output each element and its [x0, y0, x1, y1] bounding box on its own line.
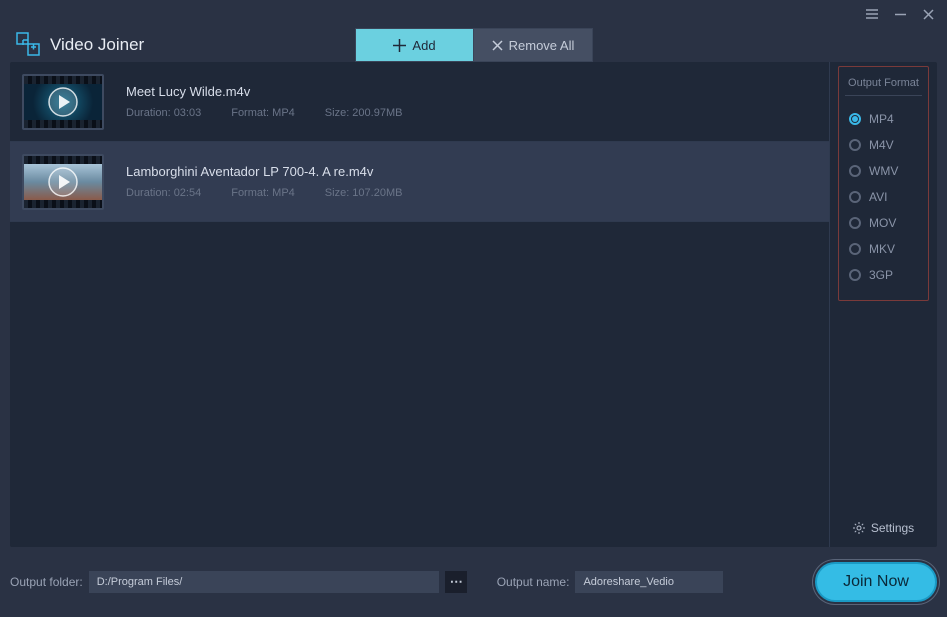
file-format: Format: MP4 — [231, 107, 295, 119]
radio-icon — [849, 217, 861, 229]
file-list: Meet Lucy Wilde.m4v Duration: 03:03 Form… — [10, 62, 829, 547]
radio-icon — [849, 243, 861, 255]
play-icon — [47, 166, 79, 198]
x-icon — [492, 40, 503, 51]
play-icon — [47, 86, 79, 118]
file-duration: Duration: 03:03 — [126, 107, 201, 119]
radio-icon — [849, 139, 861, 151]
gear-icon — [853, 522, 865, 534]
plus-icon — [393, 39, 406, 52]
file-thumbnail — [22, 154, 104, 210]
file-duration: Duration: 02:54 — [126, 187, 201, 199]
output-name-input[interactable] — [575, 571, 723, 593]
file-name: Lamborghini Aventador LP 700-4. A re.m4v — [126, 164, 817, 179]
format-option-mkv[interactable]: MKV — [845, 236, 922, 262]
settings-button[interactable]: Settings — [838, 521, 929, 535]
radio-icon — [849, 165, 861, 177]
format-option-3gp[interactable]: 3GP — [845, 262, 922, 288]
format-option-mp4[interactable]: MP4 — [845, 106, 922, 132]
format-option-mov[interactable]: MOV — [845, 210, 922, 236]
app-logo-icon — [16, 32, 42, 58]
file-size: Size: 107.20MB — [325, 187, 403, 199]
file-item[interactable]: Lamborghini Aventador LP 700-4. A re.m4v… — [10, 142, 829, 222]
file-format: Format: MP4 — [231, 187, 295, 199]
output-name-label: Output name: — [497, 575, 570, 589]
output-folder-input[interactable] — [89, 571, 439, 593]
remove-all-button[interactable]: Remove All — [474, 29, 592, 61]
file-name: Meet Lucy Wilde.m4v — [126, 84, 817, 99]
join-now-button[interactable]: Join Now — [815, 562, 937, 602]
add-button[interactable]: Add — [356, 29, 474, 61]
file-item[interactable]: Meet Lucy Wilde.m4v Duration: 03:03 Form… — [10, 62, 829, 142]
menu-icon[interactable] — [865, 7, 879, 21]
format-option-wmv[interactable]: WMV — [845, 158, 922, 184]
file-thumbnail — [22, 74, 104, 130]
output-format-title: Output Format — [845, 77, 922, 96]
close-button[interactable] — [921, 7, 935, 21]
output-folder-label: Output folder: — [10, 575, 83, 589]
radio-icon — [849, 191, 861, 203]
format-option-avi[interactable]: AVI — [845, 184, 922, 210]
file-size: Size: 200.97MB — [325, 107, 403, 119]
browse-folder-button[interactable]: ⋯ — [445, 571, 467, 593]
output-format-panel: Output Format MP4M4VWMVAVIMOVMKV3GP — [838, 66, 929, 301]
app-title: Video Joiner — [50, 35, 144, 55]
format-option-m4v[interactable]: M4V — [845, 132, 922, 158]
radio-icon — [849, 113, 861, 125]
radio-icon — [849, 269, 861, 281]
minimize-button[interactable] — [893, 7, 907, 21]
